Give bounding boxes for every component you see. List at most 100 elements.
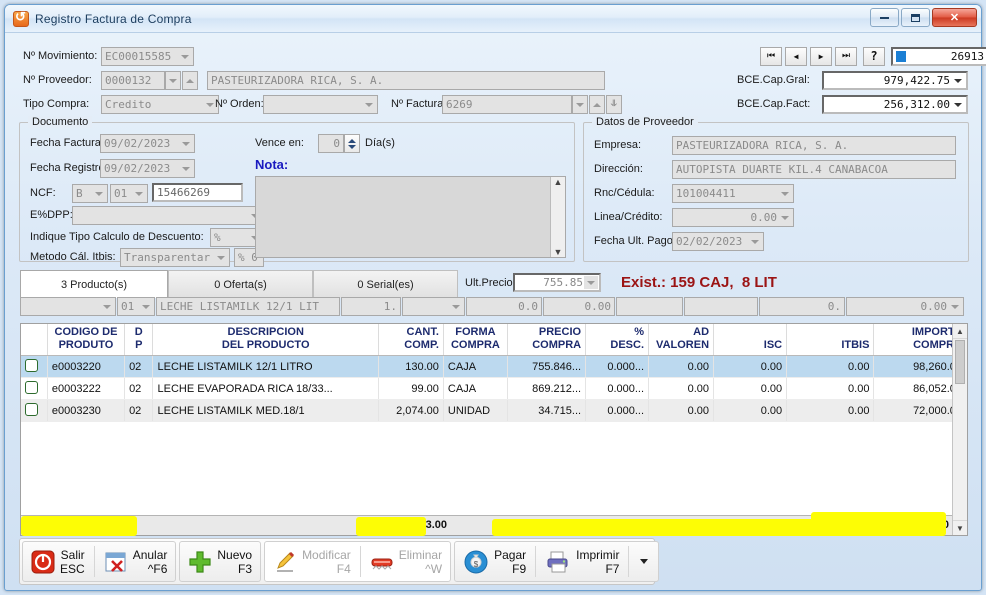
nuevo-button[interactable]: Nuevo F3	[180, 542, 260, 581]
minimize-button[interactable]	[870, 8, 899, 27]
factura-field[interactable]: 6269	[442, 95, 572, 114]
grid-header-desc[interactable]: % DESC.	[585, 324, 650, 356]
entry-importe-field[interactable]: 0.00	[846, 297, 964, 316]
chevron-down-icon[interactable]	[178, 49, 192, 64]
grid-header-codigo[interactable]: CODIGO DE PRODUTO	[47, 324, 126, 356]
prev-record-button[interactable]: ◀	[785, 47, 807, 66]
table-row[interactable]: e0003222 02 LECHE EVAPORADA RICA 18/33..…	[21, 377, 967, 400]
entry-descripcion-field[interactable]: LECHE LISTAMILK 12/1 LIT	[156, 297, 340, 316]
anular-button[interactable]: Anular ^F6	[96, 542, 176, 581]
ncf-tipo-field[interactable]: 01	[110, 184, 148, 203]
bce-gral-field[interactable]: 979,422.75	[822, 71, 968, 90]
chevron-down-icon[interactable]	[362, 97, 376, 112]
proveedor-up-button[interactable]	[182, 71, 198, 90]
metodo-itbis-field[interactable]: Transparentar	[120, 248, 230, 267]
chevron-up-icon[interactable]: ▲	[953, 324, 967, 339]
vence-field[interactable]: 0	[318, 134, 344, 153]
chevron-down-icon[interactable]	[748, 234, 762, 249]
close-button[interactable]: ✕	[932, 8, 977, 27]
grid-header-advaloren[interactable]: AD VALOREN	[648, 324, 715, 356]
proveedor-name-field[interactable]: PASTEURIZADORA RICA, S. A.	[207, 71, 605, 90]
row-checkbox[interactable]	[25, 380, 38, 394]
ncf-numero-field[interactable]: 15466269	[152, 183, 243, 202]
row-checkbox-cell[interactable]	[21, 355, 48, 378]
entry-isc-field[interactable]	[684, 297, 758, 316]
chevron-down-icon[interactable]	[449, 299, 463, 314]
grid-header-cant[interactable]: CANT. COMP.	[378, 324, 444, 356]
record-number-field[interactable]: 26913	[891, 47, 986, 66]
chevron-down-icon[interactable]	[948, 299, 962, 314]
chevron-down-icon[interactable]	[179, 161, 193, 176]
salir-button[interactable]: Salir ESC	[23, 542, 93, 581]
pagar-button[interactable]: $ Pagar F9	[455, 542, 534, 581]
entry-advaloren-field[interactable]	[616, 297, 683, 316]
grid-header-descripcion[interactable]: DESCRIPCION DEL PRODUCTO	[152, 324, 379, 356]
chevron-down-icon[interactable]	[132, 186, 146, 201]
fecha-factura-field[interactable]: 09/02/2023	[100, 134, 195, 153]
first-record-button[interactable]: ⏮	[760, 47, 782, 66]
tab-productos[interactable]: 3 Producto(s)	[20, 270, 168, 298]
factura-down-button[interactable]	[572, 95, 588, 114]
entry-cant-field[interactable]: 1.	[341, 297, 401, 316]
proveedor-down-button[interactable]	[165, 71, 181, 90]
chevron-down-icon[interactable]	[951, 98, 965, 111]
factura-up-button[interactable]	[589, 95, 605, 114]
rnc-field[interactable]: 101004411	[672, 184, 794, 203]
chevron-down-icon[interactable]: ▼	[953, 520, 967, 535]
chevron-down-icon[interactable]	[778, 210, 792, 225]
chevron-down-icon[interactable]	[92, 186, 106, 201]
row-checkbox[interactable]	[25, 358, 38, 372]
next-record-button[interactable]: ▶	[810, 47, 832, 66]
entry-forma-field[interactable]	[402, 297, 465, 316]
chevron-down-icon[interactable]	[139, 299, 153, 314]
modificar-button[interactable]: Modificar F4	[265, 542, 359, 581]
ultpago-field[interactable]: 02/02/2023	[672, 232, 764, 251]
chevron-down-icon[interactable]	[214, 250, 228, 265]
imprimir-button[interactable]: Imprimir F7	[537, 542, 627, 581]
entry-itbis-field[interactable]: 0.	[759, 297, 845, 316]
table-row[interactable]: e0003220 02 LECHE LISTAMILK 12/1 LITRO 1…	[21, 355, 967, 378]
proveedor-code-field[interactable]: 0000132	[101, 71, 165, 90]
factura-last-button[interactable]: ⥥	[606, 95, 622, 114]
nota-scrollbar[interactable]: ▲ ▼	[550, 177, 565, 257]
bce-fact-field[interactable]: 256,312.00	[822, 95, 968, 114]
chevron-down-icon[interactable]	[584, 276, 598, 289]
eliminar-button[interactable]: Eliminar ^W	[362, 542, 450, 581]
last-record-button[interactable]: ⏭	[835, 47, 857, 66]
chevron-down-icon[interactable]	[951, 74, 965, 87]
imprimir-dropdown-button[interactable]	[630, 542, 658, 581]
nota-textarea[interactable]: ▲ ▼	[255, 176, 566, 258]
grid-header-isc[interactable]: ISC	[713, 324, 788, 356]
edpp-field[interactable]	[72, 206, 264, 225]
ultprecio-field[interactable]: 755.85	[513, 273, 601, 292]
table-row[interactable]: e0003230 02 LECHE LISTAMILK MED.18/1 2,0…	[21, 399, 967, 422]
grid-header-forma[interactable]: FORMA COMPRA	[443, 324, 508, 356]
linea-credito-field[interactable]: 0.00	[672, 208, 794, 227]
entry-precio-field[interactable]: 0.0	[466, 297, 542, 316]
grid-header-dp[interactable]: D P	[124, 324, 154, 356]
chevron-down-icon[interactable]	[100, 299, 114, 314]
grid-scrollbar[interactable]: ▲ ▼	[952, 324, 967, 535]
ncf-serie-field[interactable]: B	[72, 184, 108, 203]
vence-spinner[interactable]	[344, 134, 360, 153]
entry-codigo-field[interactable]	[20, 297, 116, 316]
grid-scrollbar-thumb[interactable]	[955, 340, 965, 384]
chevron-down-icon[interactable]	[179, 136, 193, 151]
row-checkbox-cell[interactable]	[21, 399, 48, 422]
productos-grid[interactable]: CODIGO DE PRODUTO D P DESCRIPCION DEL PR…	[20, 323, 968, 536]
orden-field[interactable]	[263, 95, 378, 114]
chevron-down-icon[interactable]	[778, 186, 792, 201]
tab-ofertas[interactable]: 0 Oferta(s)	[168, 270, 313, 298]
grid-header-itbis[interactable]: ITBIS	[786, 324, 875, 356]
entry-dp-field[interactable]: 01	[117, 297, 155, 316]
help-button[interactable]: ?	[863, 47, 885, 66]
tab-seriales[interactable]: 0 Serial(es)	[313, 270, 458, 298]
chevron-up-icon[interactable]: ▲	[554, 177, 563, 187]
movimiento-field[interactable]: EC00015585	[101, 47, 194, 66]
fecha-registro-field[interactable]: 09/02/2023	[100, 159, 195, 178]
tipo-compra-field[interactable]: Credito	[101, 95, 219, 114]
grid-header-precio[interactable]: PRECIO COMPRA	[507, 324, 587, 356]
maximize-button[interactable]	[901, 8, 930, 27]
chevron-down-icon[interactable]: ▼	[554, 247, 563, 257]
entry-desc-field[interactable]: 0.00	[543, 297, 615, 316]
